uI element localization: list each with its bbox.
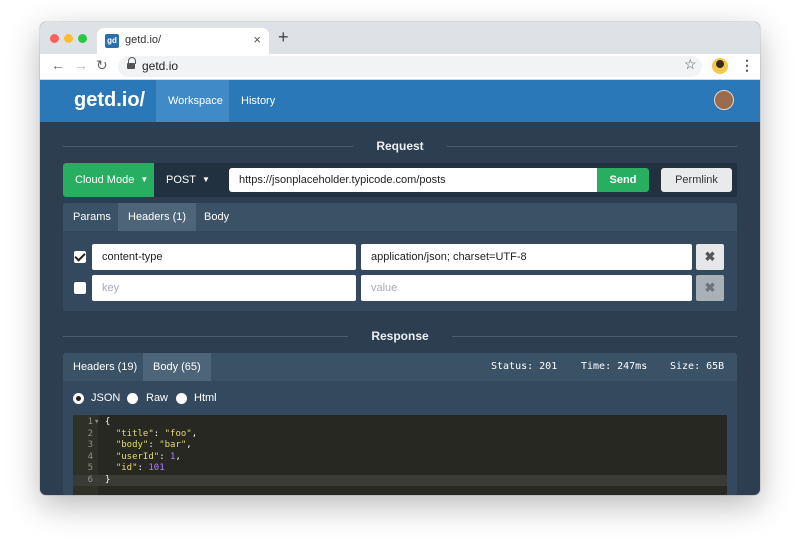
browser-window: gd getd.io/ × + ← → ↻ getd.io ☆ ⋮ getd.i… <box>40 22 760 495</box>
code-text: "userId": 1, <box>115 451 181 462</box>
format-raw-radio[interactable] <box>127 393 138 404</box>
format-html-label: Html <box>194 392 217 404</box>
browser-toolbar: ← → ↻ getd.io <box>40 54 760 80</box>
cloud-mode-label: Cloud Mode <box>75 174 135 186</box>
caret-down-icon: ▼ <box>140 175 149 185</box>
request-tabs: Params Headers (1) Body <box>63 203 737 231</box>
time-readout: Time: 247ms <box>581 361 648 372</box>
send-button[interactable]: Send <box>597 168 649 192</box>
tab-body[interactable]: Body <box>194 203 239 231</box>
tab-strip: gd getd.io/ × + <box>40 22 760 54</box>
app-header: getd.io/ Workspace History <box>40 80 760 122</box>
back-arrow-icon[interactable]: ← <box>51 57 65 73</box>
format-json-label: JSON <box>91 392 121 404</box>
code-line: 2 "title": "foo", <box>73 429 727 441</box>
permlink-button[interactable]: Permlink <box>661 168 732 192</box>
code-text: "body": "bar", <box>115 440 192 450</box>
maximize-window-button[interactable] <box>78 34 87 43</box>
code-text: { <box>105 417 111 427</box>
tab-headers[interactable]: Headers (1) <box>118 203 197 231</box>
json-key: "body" <box>115 440 149 450</box>
reload-icon[interactable]: ↻ <box>96 57 108 74</box>
remove-header-button[interactable]: ✖ <box>696 244 724 270</box>
line-number: 6 <box>87 474 93 485</box>
favicon-icon: gd <box>105 34 119 48</box>
address-text: getd.io <box>142 59 179 73</box>
extension-icon[interactable] <box>712 58 728 74</box>
request-panel: Params Headers (1) Body content-type app… <box>63 203 737 311</box>
nav-history[interactable]: History <box>229 80 287 122</box>
response-body-editor[interactable]: 1 ▾{2 "title": "foo", 3 "body": "bar", 4 "u… <box>73 415 727 495</box>
method-dropdown[interactable]: POST ▼ <box>154 163 216 197</box>
header-value-field[interactable]: application/json; charset=UTF-8 <box>361 244 692 270</box>
minimize-window-button[interactable] <box>64 34 73 43</box>
status-readout: Status: 201 <box>491 361 558 372</box>
code-line: 6} <box>73 474 727 486</box>
fold-arrow-icon: ▾ <box>94 417 100 427</box>
line-number: 4 <box>87 451 93 462</box>
address-bar[interactable]: getd.io <box>118 56 702 77</box>
response-tabs: Headers (19) Body (65) Status: 201 Time:… <box>63 353 737 381</box>
format-raw-label: Raw <box>146 392 169 404</box>
browser-tab[interactable]: gd getd.io/ × <box>97 28 269 54</box>
brand-logo[interactable]: getd.io/ <box>74 89 145 112</box>
format-json-radio[interactable] <box>73 393 84 404</box>
divider <box>447 146 737 147</box>
code-line: 1 ▾ { <box>73 417 727 429</box>
remove-header-button[interactable]: ✖ <box>696 275 724 301</box>
new-tab-button[interactable]: + <box>278 27 289 48</box>
header-enabled-checkbox[interactable] <box>74 251 86 263</box>
code-line: 3 "body": "bar", <box>73 440 727 452</box>
json-key: "title" <box>115 428 154 439</box>
header-value-field[interactable]: value <box>361 275 692 301</box>
bookmark-star-icon[interactable]: ☆ <box>684 56 697 73</box>
tab-title: getd.io/ <box>125 34 162 46</box>
close-tab-icon[interactable]: × <box>253 32 261 47</box>
lock-icon <box>127 57 136 70</box>
code-text: } <box>105 474 111 485</box>
method-label: POST <box>166 174 196 186</box>
size-readout: Size: 65B <box>670 361 725 372</box>
nav-workspace[interactable]: Workspace <box>156 80 229 122</box>
json-value: 101 <box>148 463 165 473</box>
tab-response-body[interactable]: Body (65) <box>143 353 211 381</box>
json-key: "id" <box>115 463 138 473</box>
user-avatar[interactable] <box>714 90 734 110</box>
tab-params[interactable]: Params <box>63 203 121 231</box>
json-value: 1 <box>170 451 176 462</box>
url-input[interactable]: https://jsonplaceholder.typicode.com/pos… <box>229 168 597 192</box>
format-html-radio[interactable] <box>176 393 187 404</box>
cloud-mode-dropdown[interactable]: Cloud Mode ▼ <box>63 163 154 197</box>
browser-menu-icon[interactable]: ⋮ <box>740 57 754 74</box>
divider <box>452 336 737 337</box>
code-line: 4 "userId": 1, <box>73 452 727 464</box>
forward-arrow-icon[interactable]: → <box>74 57 88 73</box>
tab-response-headers[interactable]: Headers (19) <box>63 353 147 381</box>
close-window-button[interactable] <box>50 34 59 43</box>
header-enabled-checkbox[interactable] <box>74 282 86 294</box>
json-key: "userId" <box>115 451 160 462</box>
header-key-field[interactable]: content-type <box>92 244 356 270</box>
caret-down-icon: ▼ <box>201 175 210 185</box>
code-text: "title": "foo", <box>115 428 198 439</box>
header-key-field[interactable]: key <box>92 275 356 301</box>
line-number: 2 <box>87 428 93 439</box>
json-value: "foo" <box>164 428 192 439</box>
line-number: 5 <box>87 463 93 473</box>
code-line: 5 "id": 101 <box>73 463 727 475</box>
line-number: 3 <box>87 440 93 450</box>
line-number: 1 <box>87 417 93 427</box>
code-text: "id": 101 <box>115 463 165 473</box>
json-value: "bar" <box>159 440 187 450</box>
